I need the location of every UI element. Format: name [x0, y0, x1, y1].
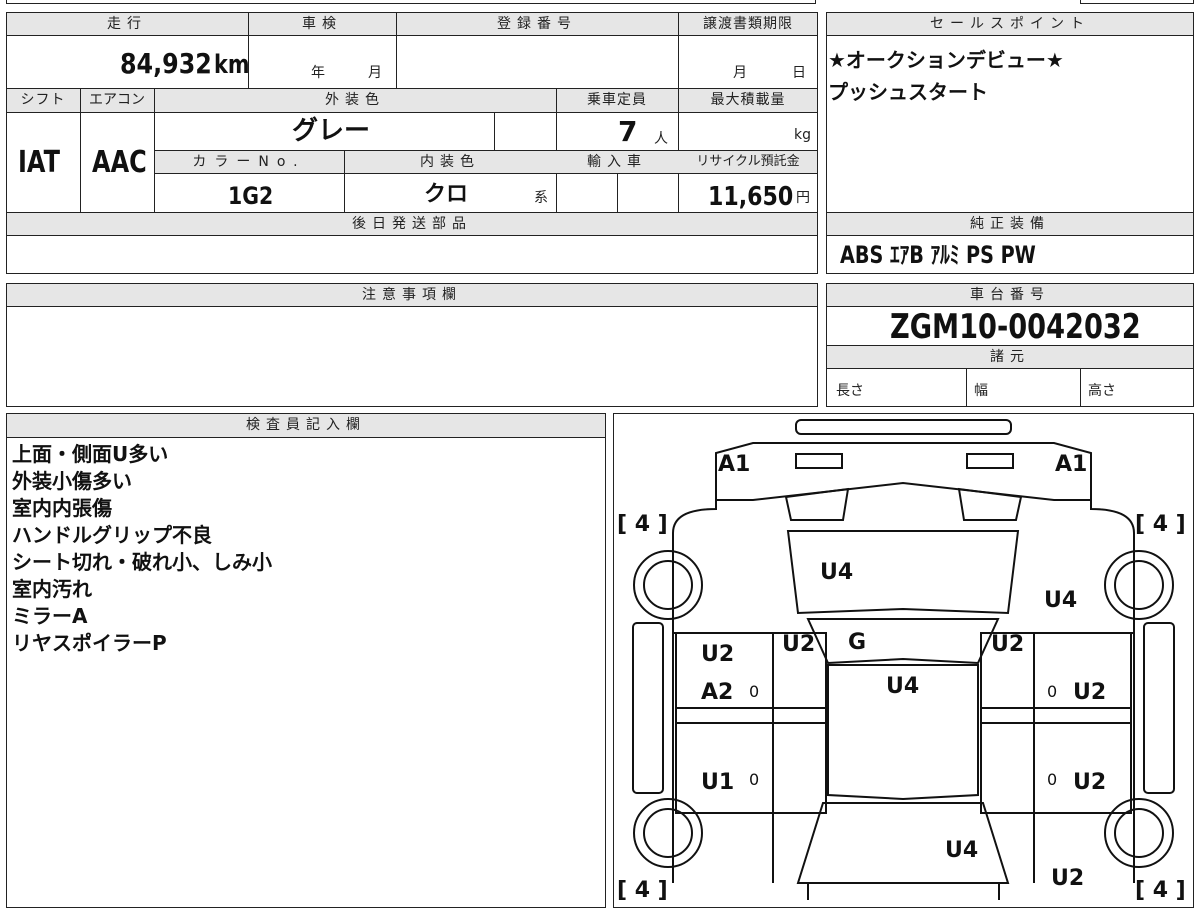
- inspector-line: リヤスポイラーP: [12, 631, 167, 655]
- deadline-month: 月: [733, 65, 747, 81]
- inspector-line: 外装小傷多い: [12, 469, 132, 493]
- headlight-left: [795, 453, 843, 469]
- windshield: [806, 618, 1000, 665]
- wiper-right: [957, 487, 1023, 521]
- max-load-unit: kg: [794, 127, 811, 143]
- label-glass: G: [848, 630, 866, 655]
- label-left-front-door-1: U2: [701, 642, 734, 667]
- tire-label-fr: [ 4 ]: [1135, 512, 1186, 537]
- shift-label: シフト: [20, 92, 66, 108]
- color-no-label: カラーNo.: [192, 154, 306, 170]
- left-door-rear: [675, 722, 827, 814]
- rear-bumper: [807, 882, 1000, 900]
- tire-label-rr: [ 4 ]: [1135, 878, 1186, 900]
- wiper-left: [784, 487, 850, 521]
- label-right-pillar: U2: [991, 632, 1024, 657]
- front-outline: [715, 442, 1092, 501]
- recycle-fee-label: リサイクル預託金: [696, 154, 800, 169]
- notes-title: 注意事項欄: [362, 287, 462, 303]
- front-bumper: [795, 419, 1012, 435]
- tire-label-fl: [ 4 ]: [617, 512, 668, 537]
- inspection-year: 年: [311, 65, 325, 81]
- label-a1-right: A1: [1055, 452, 1087, 477]
- recycle-fee-unit: 円: [796, 190, 810, 206]
- deadline-day: 日: [792, 65, 806, 81]
- mileage-label: 走行: [107, 16, 147, 32]
- capacity-value: 7: [618, 115, 638, 148]
- mileage-value: 84,932: [120, 47, 212, 80]
- label-right-fender: U4: [1044, 588, 1077, 613]
- spec-height: 高さ: [1088, 383, 1116, 399]
- label-left-rear-door: U1: [701, 770, 734, 795]
- import-label: 輸入車: [587, 154, 647, 170]
- exterior-color-value: グレー: [292, 116, 371, 146]
- shift-value: IAT: [18, 145, 61, 180]
- inspection-label: 車検: [302, 16, 342, 32]
- chassis-number: ZGM10-0042032: [890, 307, 1141, 347]
- chassis-title: 車台番号: [970, 287, 1050, 303]
- vehicle-diagram: [ 4 ] [ 4 ] [ 4 ] [ 4 ] A1 A1 U4 U4 U2 G…: [617, 419, 1186, 900]
- interior-color-value: クロ: [424, 182, 469, 207]
- label-zero-1: 0: [749, 682, 759, 701]
- recycle-fee-value: 11,650: [708, 182, 794, 212]
- label-right-rear-door: U2: [1073, 770, 1106, 795]
- label-left-pillar: U2: [782, 632, 815, 657]
- equipment-value: ABS ｴｱB ｱﾙﾐ PS PW: [840, 241, 1036, 269]
- tire-label-rl: [ 4 ]: [617, 878, 668, 900]
- equipment-title: 純正装備: [970, 216, 1050, 232]
- inspector-line: ミラーA: [12, 604, 88, 628]
- label-zero-4: 0: [1047, 770, 1057, 789]
- later-parts-label: 後日発送部品: [352, 216, 472, 232]
- transfer-deadline-label: 譲渡書類期限: [703, 16, 793, 32]
- inspector-line: 上面・側面U多い: [12, 442, 169, 466]
- sales-points-title: セールスポイント: [930, 16, 1090, 32]
- inspector-line: シート切れ・破れ小、しみ小: [12, 550, 272, 574]
- capacity-unit: 人: [654, 131, 668, 147]
- max-load-label: 最大積載量: [710, 92, 786, 108]
- label-a1-left: A1: [718, 452, 750, 477]
- label-zero-2: 0: [1047, 682, 1057, 701]
- inspector-title: 検査員記入欄: [246, 417, 366, 433]
- top-remnant-right: [1080, 0, 1194, 4]
- aircon-label: エアコン: [89, 92, 145, 108]
- label-zero-3: 0: [749, 770, 759, 789]
- left-sill: [632, 622, 664, 794]
- label-left-front-door-2: A2: [701, 680, 733, 705]
- mileage-unit: km: [214, 50, 250, 80]
- specs-title: 諸元: [990, 349, 1030, 365]
- inspection-month: 月: [368, 65, 382, 81]
- sales-point-line-2: プッシュスタート: [828, 80, 988, 104]
- inspector-line: 室内汚れ: [12, 577, 92, 601]
- right-door-rear: [980, 722, 1132, 814]
- label-hood: U4: [820, 560, 853, 585]
- sales-point-line-1: ★オークションデビュー★: [828, 48, 1064, 72]
- right-sill: [1143, 622, 1175, 794]
- label-right-front-door: U2: [1073, 680, 1106, 705]
- inspector-line: 室内内張傷: [12, 496, 112, 520]
- interior-color-label: 内装色: [420, 154, 480, 170]
- top-remnant-row: [6, 0, 816, 4]
- color-no-value: 1G2: [228, 182, 274, 210]
- label-roof: U4: [886, 674, 919, 699]
- headlight-right: [966, 453, 1014, 469]
- aircon-value: AAC: [92, 145, 147, 180]
- label-rear-right: U2: [1051, 866, 1084, 891]
- exterior-color-label: 外装色: [325, 92, 385, 108]
- registration-label: 登録番号: [497, 16, 577, 32]
- spec-length: 長さ: [836, 383, 864, 399]
- label-rear: U4: [945, 838, 978, 863]
- spec-width: 幅: [974, 383, 988, 399]
- capacity-label: 乗車定員: [587, 92, 647, 108]
- inspector-line: ハンドルグリップ不良: [12, 523, 212, 547]
- interior-suffix: 系: [534, 190, 548, 206]
